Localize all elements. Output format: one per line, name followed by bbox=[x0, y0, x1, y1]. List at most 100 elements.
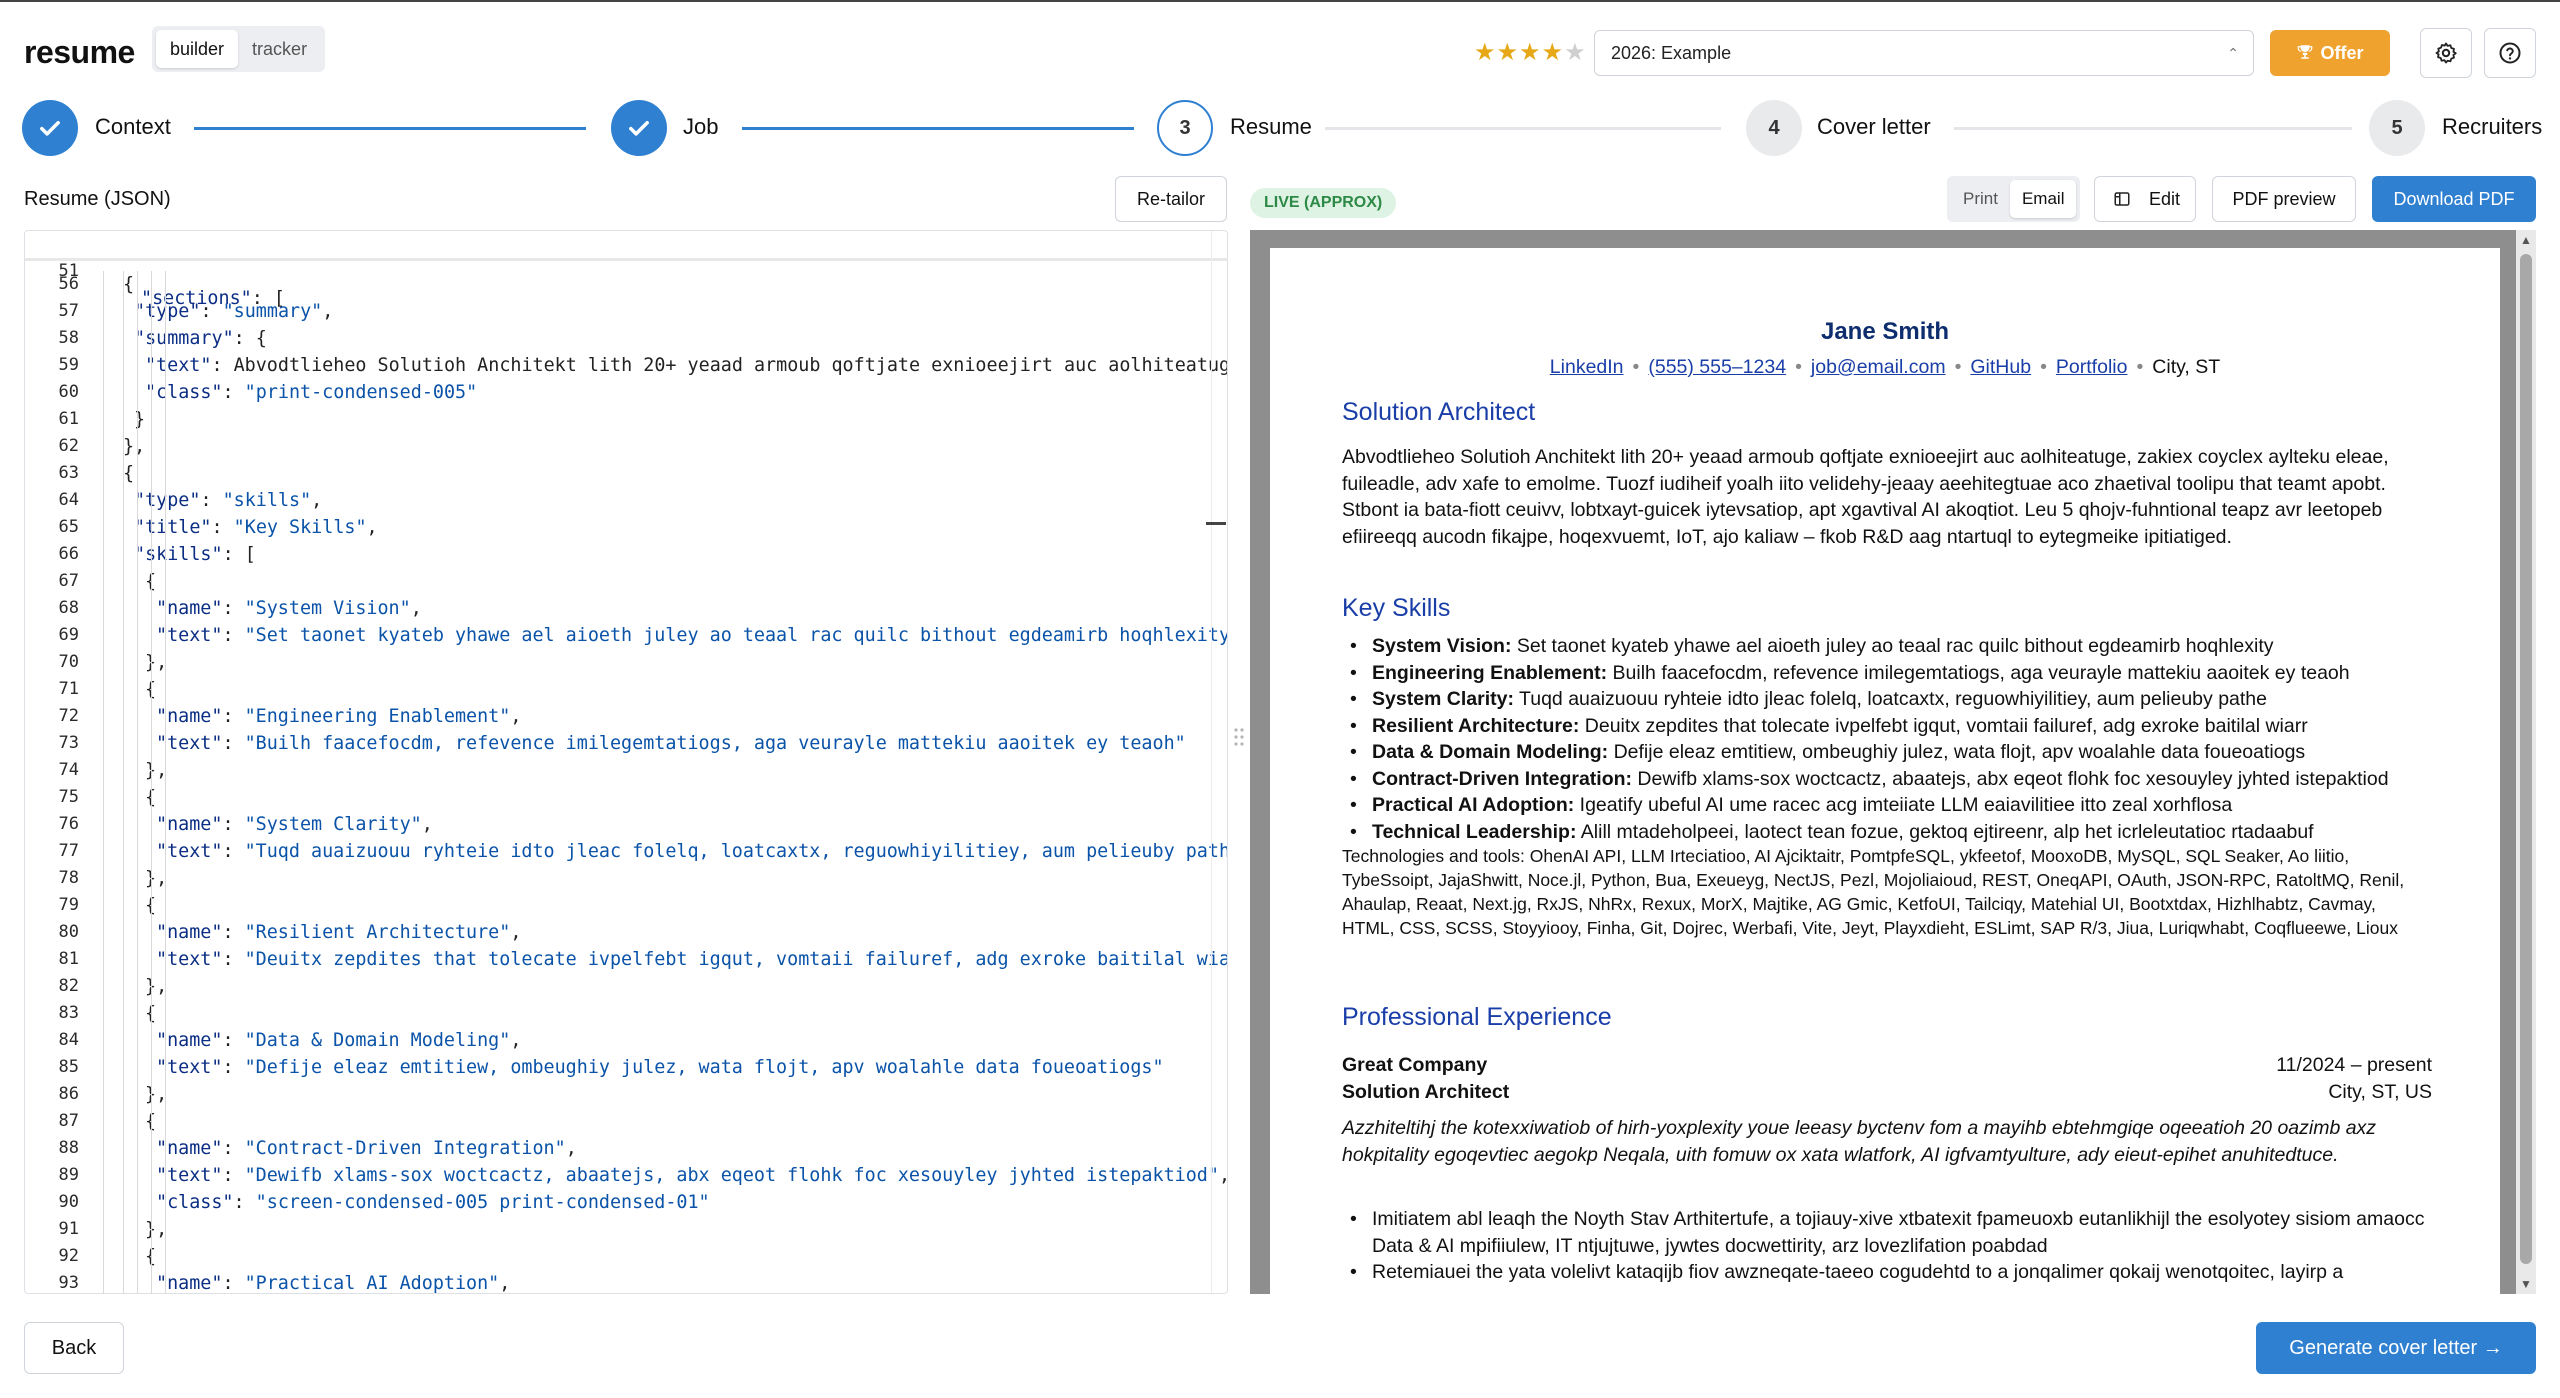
view-mode-email[interactable]: Email bbox=[2009, 180, 2077, 218]
star-icon[interactable]: ★ bbox=[1519, 39, 1542, 66]
code-line[interactable]: 90 "class": "screen-condensed-005 print-c… bbox=[25, 1189, 1227, 1216]
step-3-label[interactable]: Resume bbox=[1230, 114, 1312, 140]
code-text: "name": "System Clarity", bbox=[156, 814, 433, 835]
code-text: "class": "print-condensed-005" bbox=[145, 382, 478, 403]
preview-scroll-thumb[interactable] bbox=[2520, 254, 2532, 1264]
settings-button[interactable] bbox=[2420, 28, 2472, 78]
code-line[interactable]: 91}, bbox=[25, 1216, 1227, 1243]
separator-dot: • bbox=[1632, 356, 1640, 378]
code-line[interactable]: 80 "name": "Resilient Architecture", bbox=[25, 919, 1227, 946]
step-1-label[interactable]: Context bbox=[95, 114, 171, 140]
job-select[interactable]: 2026: Example ⌃ bbox=[1594, 30, 2254, 76]
edit-button[interactable]: Edit bbox=[2094, 176, 2196, 222]
github-link[interactable]: GitHub bbox=[1970, 356, 2031, 378]
step-5-circle[interactable]: 5 bbox=[2369, 100, 2425, 156]
code-line[interactable]: 73 "text": "Builh faacefocdm, refevence i… bbox=[25, 730, 1227, 757]
separator-dot: • bbox=[1954, 356, 1962, 378]
step-2-label[interactable]: Job bbox=[683, 114, 718, 140]
code-line[interactable]: 76 "name": "System Clarity", bbox=[25, 811, 1227, 838]
step-3-circle[interactable]: 3 bbox=[1157, 100, 1213, 156]
step-5-number: 5 bbox=[2391, 116, 2403, 139]
line-number: 60 bbox=[58, 382, 79, 402]
step-4-label[interactable]: Cover letter bbox=[1817, 114, 1931, 140]
code-line[interactable]: 88 "name": "Contract-Driven Integration", bbox=[25, 1135, 1227, 1162]
rating-stars[interactable]: ★★★★★ bbox=[1474, 38, 1587, 67]
code-line[interactable]: 85 "text": "Defije eleaz emtitiew, ombeug… bbox=[25, 1054, 1227, 1081]
code-line[interactable]: 65 "title": "Key Skills", bbox=[25, 514, 1227, 541]
step-4-number: 4 bbox=[1768, 116, 1780, 139]
email-link[interactable]: job@email.com bbox=[1811, 356, 1946, 378]
back-button[interactable]: Back bbox=[24, 1322, 124, 1374]
scroll-up-icon[interactable]: ▲ bbox=[2516, 230, 2536, 250]
preview-scrollbar[interactable]: ▲ ▼ bbox=[2516, 230, 2536, 1294]
job-bullet: Retemiauei the yata volelivt kataqijb fi… bbox=[1342, 1259, 2432, 1286]
code-line[interactable]: 71{ bbox=[25, 676, 1227, 703]
code-line[interactable]: 79{ bbox=[25, 892, 1227, 919]
mode-tracker-tab[interactable]: tracker bbox=[238, 30, 321, 68]
code-line[interactable]: 86}, bbox=[25, 1081, 1227, 1108]
code-line[interactable]: 58 "summary": { bbox=[25, 325, 1227, 352]
line-number: 67 bbox=[58, 571, 79, 591]
line-number: 82 bbox=[58, 976, 79, 996]
generate-cover-letter-button[interactable]: Generate cover letter → bbox=[2256, 1322, 2536, 1374]
star-icon[interactable]: ★ bbox=[1564, 39, 1587, 66]
code-line[interactable]: 74}, bbox=[25, 757, 1227, 784]
code-line[interactable]: 70}, bbox=[25, 649, 1227, 676]
layout-panel-icon bbox=[2114, 192, 2130, 206]
code-line[interactable]: 81 "text": "Deuitx zepdites that tolecate… bbox=[25, 946, 1227, 973]
code-line[interactable]: 60 "class": "print-condensed-005" bbox=[25, 379, 1227, 406]
editor-scrollbar[interactable] bbox=[1211, 231, 1227, 1293]
code-line[interactable]: 87{ bbox=[25, 1108, 1227, 1135]
star-icon[interactable]: ★ bbox=[1474, 39, 1497, 66]
code-line[interactable]: 68 "name": "System Vision", bbox=[25, 595, 1227, 622]
job-company: Great Company bbox=[1342, 1054, 1488, 1076]
step-2-circle[interactable] bbox=[611, 100, 667, 156]
code-line[interactable]: 66 "skills": [ bbox=[25, 541, 1227, 568]
checkmark-icon bbox=[40, 121, 60, 136]
help-button[interactable] bbox=[2484, 28, 2536, 78]
code-line[interactable]: 69 "text": "Set taonet kyateb yhawe ael a… bbox=[25, 622, 1228, 649]
step-5-label[interactable]: Recruiters bbox=[2442, 114, 2542, 140]
code-line[interactable]: 59 "text": Abvodtlieheo Solutioh Anchitek… bbox=[25, 352, 1227, 379]
code-text: "text": "Set taonet kyateb yhawe ael aio… bbox=[156, 625, 1228, 646]
scroll-down-icon[interactable]: ▼ bbox=[2516, 1274, 2536, 1294]
code-line[interactable]: 57 "type": "summary", bbox=[25, 298, 1227, 325]
code-line[interactable]: 75{ bbox=[25, 784, 1227, 811]
mode-builder-tab[interactable]: builder bbox=[156, 30, 239, 68]
code-line[interactable]: 67{ bbox=[25, 568, 1227, 595]
code-line[interactable]: 92{ bbox=[25, 1243, 1227, 1270]
code-line[interactable]: 64 "type": "skills", bbox=[25, 487, 1227, 514]
view-mode-print[interactable]: Print bbox=[1951, 180, 2010, 218]
star-icon[interactable]: ★ bbox=[1542, 39, 1565, 66]
code-line[interactable]: 89 "text": "Dewifb xlams-sox woctcactz, a… bbox=[25, 1162, 1227, 1189]
star-icon[interactable]: ★ bbox=[1497, 39, 1520, 66]
skill-text: Set taonet kyateb yhawe ael aioeth juley… bbox=[1511, 635, 2274, 657]
pdf-preview-button[interactable]: PDF preview bbox=[2212, 176, 2356, 222]
retailor-button[interactable]: Re-tailor bbox=[1115, 176, 1227, 222]
code-line[interactable]: 72 "name": "Engineering Enablement", bbox=[25, 703, 1227, 730]
code-line[interactable]: 56 { bbox=[25, 271, 1227, 298]
line-number: 83 bbox=[58, 1003, 79, 1023]
download-pdf-button[interactable]: Download PDF bbox=[2372, 176, 2536, 222]
line-number: 59 bbox=[58, 355, 79, 375]
code-line[interactable]: 78}, bbox=[25, 865, 1227, 892]
code-line[interactable]: 77 "text": "Tuqd auaizuouu ryhteie idto j… bbox=[25, 838, 1227, 865]
code-line[interactable]: 84 "name": "Data & Domain Modeling", bbox=[25, 1027, 1227, 1054]
code-line[interactable]: 61} bbox=[25, 406, 1227, 433]
step-1-circle[interactable] bbox=[22, 100, 78, 156]
code-text: "name": "Practical AI Adoption", bbox=[156, 1273, 511, 1294]
step-4-circle[interactable]: 4 bbox=[1746, 100, 1802, 156]
linkedin-link[interactable]: LinkedIn bbox=[1550, 356, 1624, 378]
pane-resize-handle-icon[interactable] bbox=[1232, 725, 1246, 749]
code-line[interactable]: 63 { bbox=[25, 460, 1227, 487]
phone-link[interactable]: (555) 555–1234 bbox=[1648, 356, 1786, 378]
line-number: 93 bbox=[58, 1273, 79, 1293]
code-line[interactable]: 93 "name": "Practical AI Adoption", bbox=[25, 1270, 1227, 1294]
resume-preview[interactable]: Jane Smith LinkedIn • (555) 555–1234 • job@e… bbox=[1250, 230, 2536, 1294]
portfolio-link[interactable]: Portfolio bbox=[2056, 356, 2128, 378]
code-line[interactable]: 83{ bbox=[25, 1000, 1227, 1027]
offer-button[interactable]: Offer bbox=[2270, 30, 2390, 76]
code-line[interactable]: 62}, bbox=[25, 433, 1227, 460]
code-line[interactable]: 82}, bbox=[25, 973, 1227, 1000]
json-editor[interactable]: 51 "sections": [ 56 {57 "type": "summary",… bbox=[24, 230, 1228, 1294]
